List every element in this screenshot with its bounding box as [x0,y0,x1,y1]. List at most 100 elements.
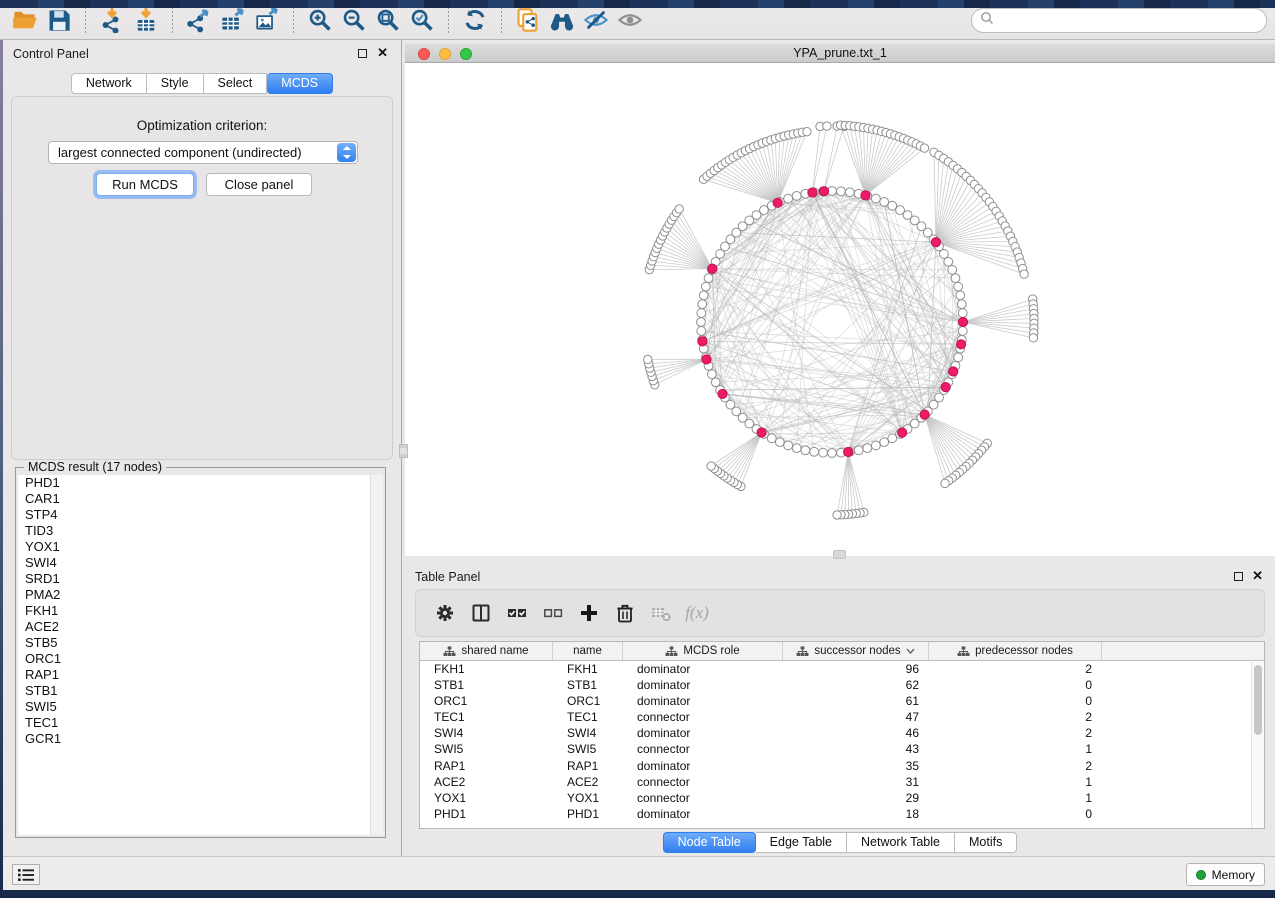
network-node[interactable] [837,187,846,196]
table-row[interactable]: RAP1RAP1dominator352 [420,758,1264,774]
satellite-node[interactable] [823,122,831,130]
tab-mcds[interactable]: MCDS [267,73,333,94]
network-node[interactable] [698,300,707,309]
export-network-button[interactable] [182,4,216,36]
mcds-hub-node[interactable] [808,188,817,197]
tab-edge-table[interactable]: Edge Table [756,832,847,853]
result-list-scrollbar[interactable] [370,475,383,835]
mcds-result-item[interactable]: SRD1 [18,571,383,587]
table-row[interactable]: PHD1PHD1dominator180 [420,806,1264,822]
satellite-node[interactable] [1020,270,1028,278]
refresh-button[interactable] [458,4,492,36]
table-row[interactable]: SWI4SWI4dominator462 [420,725,1264,741]
mcds-result-item[interactable]: STB1 [18,683,383,699]
network-node[interactable] [792,191,801,200]
open-file-button[interactable] [8,4,42,36]
mcds-hub-node[interactable] [958,317,967,326]
network-node[interactable] [828,449,837,458]
mcds-hub-node[interactable] [844,447,853,456]
mcds-hub-node[interactable] [757,428,766,437]
select-all-button[interactable] [502,598,532,628]
table-row[interactable]: ORC1ORC1dominator610 [420,693,1264,709]
network-node[interactable] [958,309,967,318]
tab-style[interactable]: Style [147,73,204,94]
network-node[interactable] [784,194,793,203]
network-node[interactable] [888,434,897,443]
table-row[interactable]: SWI5SWI5connector431 [420,741,1264,757]
table-row[interactable]: TEC1TEC1connector472 [420,709,1264,725]
network-node[interactable] [697,309,706,318]
zoom-selected-button[interactable] [405,4,439,36]
vertical-splitter-grip[interactable] [399,444,408,458]
network-node[interactable] [957,300,966,309]
network-node[interactable] [854,446,863,455]
mcds-result-item[interactable]: ACE2 [18,619,383,635]
network-node[interactable] [956,291,965,300]
network-node[interactable] [699,291,708,300]
minimize-window-icon[interactable] [439,48,451,60]
mcds-hub-node[interactable] [898,428,907,437]
column-header-name[interactable]: name [553,642,623,660]
table-columns-button[interactable] [466,598,496,628]
import-network-button[interactable] [95,4,129,36]
network-node[interactable] [784,441,793,450]
network-window-titlebar[interactable]: YPA_prune.txt_1 [405,44,1275,63]
network-node[interactable] [697,318,706,327]
network-node[interactable] [704,274,713,283]
table-row[interactable]: ACE2ACE2connector311 [420,774,1264,790]
close-panel-icon[interactable]: ✕ [377,45,388,61]
mcds-hub-node[interactable] [708,264,717,273]
network-node[interactable] [701,282,710,291]
column-header-shared-name[interactable]: shared name [420,642,553,660]
mcds-hub-node[interactable] [773,198,782,207]
network-canvas[interactable] [405,63,1275,556]
save-session-button[interactable] [42,4,76,36]
close-panel-button[interactable]: Close panel [206,173,312,196]
mcds-result-item[interactable]: SWI4 [18,555,383,571]
scrollbar-thumb[interactable] [1254,665,1262,735]
plus-button[interactable] [574,598,604,628]
mcds-hub-node[interactable] [702,355,711,364]
copy-share-button[interactable] [511,4,545,36]
network-node[interactable] [880,438,889,447]
mcds-hub-node[interactable] [861,191,870,200]
mcds-result-item[interactable]: PMA2 [18,587,383,603]
horizontal-splitter-grip[interactable] [833,550,846,559]
tab-select[interactable]: Select [204,73,268,94]
table-row[interactable]: STB1STB1dominator620 [420,677,1264,693]
mcds-result-item[interactable]: YOX1 [18,539,383,555]
memory-button[interactable]: Memory [1186,863,1265,886]
mcds-result-item[interactable]: TEC1 [18,715,383,731]
mcds-hub-node[interactable] [819,187,828,196]
deselect-all-button[interactable] [538,598,568,628]
mcds-hub-node[interactable] [931,238,940,247]
satellite-node[interactable] [941,479,949,487]
column-header-MCDS-role[interactable]: MCDS role [623,642,783,660]
column-header-predecessor-nodes[interactable]: predecessor nodes [929,642,1102,660]
network-node[interactable] [948,265,957,274]
satellite-node[interactable] [675,205,683,213]
mcds-hub-node[interactable] [956,340,965,349]
dropdown-stepper-icon[interactable] [337,143,356,162]
float-window-icon[interactable] [1234,572,1243,581]
search-input[interactable] [994,14,1258,28]
network-node[interactable] [958,327,967,336]
network-node[interactable] [951,274,960,283]
gear-button[interactable] [430,598,460,628]
network-node[interactable] [863,444,872,453]
column-header-successor-nodes[interactable]: successor nodes [783,642,929,660]
table-row[interactable]: FKH1FKH1dominator962 [420,661,1264,677]
eye-strike-button[interactable] [579,4,613,36]
trash-button[interactable] [610,598,640,628]
eye-button[interactable] [613,4,647,36]
mcds-result-item[interactable]: GCR1 [18,731,383,747]
network-node[interactable] [944,257,953,266]
zoom-fit-button[interactable] [371,4,405,36]
network-node[interactable] [954,282,963,291]
network-node[interactable] [810,447,819,456]
network-node[interactable] [801,446,810,455]
network-node[interactable] [819,448,828,457]
satellite-node[interactable] [707,462,715,470]
mcds-hub-node[interactable] [920,410,929,419]
mcds-result-item[interactable]: SWI5 [18,699,383,715]
